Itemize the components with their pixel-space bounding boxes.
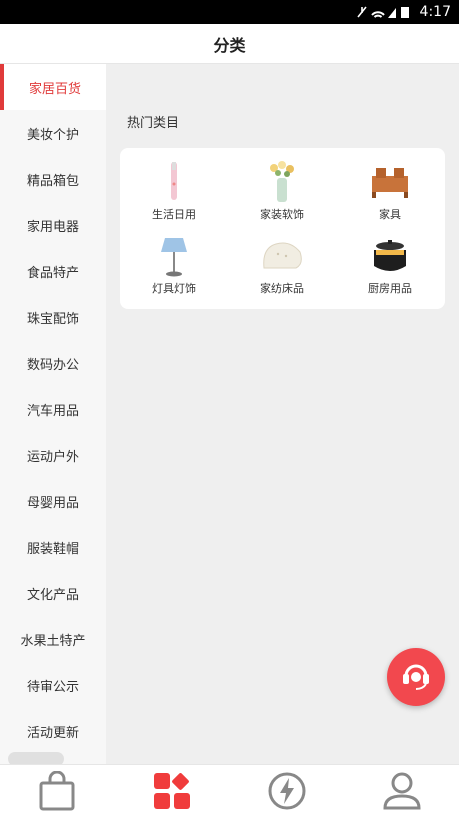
sidebar-item-auto[interactable]: 汽车用品 xyxy=(0,386,106,432)
sidebar-item-fruit[interactable]: 水果土特产 xyxy=(0,616,106,662)
sidebar-item-bags[interactable]: 精品箱包 xyxy=(0,156,106,202)
category-grid-icon xyxy=(152,771,192,815)
category-tile[interactable]: 灯具灯饰 xyxy=(120,234,228,306)
person-icon xyxy=(382,771,422,815)
status-time: 4:17 xyxy=(419,4,451,20)
sidebar-item-culture[interactable]: 文化产品 xyxy=(0,570,106,616)
sidebar-item-baby[interactable]: 母婴用品 xyxy=(0,478,106,524)
category-tile[interactable]: 厨房用品 xyxy=(336,234,444,306)
status-bar: 4:17 xyxy=(0,0,459,24)
sidebar-item-food[interactable]: 食品特产 xyxy=(0,248,106,294)
hot-categories-card: 生活日用 家装软饰 家具 灯具灯饰 家纺床品 厨房用品 xyxy=(120,148,445,309)
sidebar-item-home-goods[interactable]: 家居百货 xyxy=(0,64,106,110)
lamp-icon xyxy=(152,234,196,278)
sidebar-item-sports[interactable]: 运动户外 xyxy=(0,432,106,478)
lightning-icon xyxy=(267,771,307,815)
page-title: 分类 xyxy=(213,35,246,55)
tab-help[interactable]: 帮助 xyxy=(344,765,459,816)
sidebar-item-pending[interactable]: 待审公示 xyxy=(0,662,106,708)
category-sidebar: 家居百货 美妆个护 精品箱包 家用电器 食品特产 珠宝配饰 数码办公 汽车用品 … xyxy=(0,64,106,764)
sidebar-item-digital[interactable]: 数码办公 xyxy=(0,340,106,386)
category-tile[interactable]: 家装软饰 xyxy=(228,160,336,232)
sidebar-item-appliances[interactable]: 家用电器 xyxy=(0,202,106,248)
tab-quick-buy[interactable]: 快购 xyxy=(230,765,345,816)
bottom-tab-bar: 首页 分类 快购 帮助 xyxy=(0,764,459,816)
category-tile[interactable]: 家具 xyxy=(336,160,444,232)
pillow-icon xyxy=(260,234,304,278)
page-title-bar: 分类 xyxy=(0,24,459,64)
tab-home[interactable]: 首页 xyxy=(0,765,115,816)
signal-status-icon xyxy=(356,5,412,19)
customer-service-button[interactable] xyxy=(387,648,445,706)
shopping-bag-icon xyxy=(37,770,77,815)
sidebar-item-events[interactable]: 活动更新 xyxy=(0,708,106,754)
headset-icon xyxy=(399,658,433,696)
category-tile[interactable]: 家纺床品 xyxy=(228,234,336,306)
tab-category[interactable]: 分类 xyxy=(115,765,230,816)
toothbrush-icon xyxy=(152,160,196,204)
sidebar-item-apparel[interactable]: 服装鞋帽 xyxy=(0,524,106,570)
furniture-icon xyxy=(368,160,412,204)
sidebar-item-jewelry[interactable]: 珠宝配饰 xyxy=(0,294,106,340)
pot-icon xyxy=(368,234,412,278)
category-tile[interactable]: 生活日用 xyxy=(120,160,228,232)
section-title: 热门类目 xyxy=(127,116,180,131)
flower-vase-icon xyxy=(260,160,304,204)
sidebar-item-beauty[interactable]: 美妆个护 xyxy=(0,110,106,156)
